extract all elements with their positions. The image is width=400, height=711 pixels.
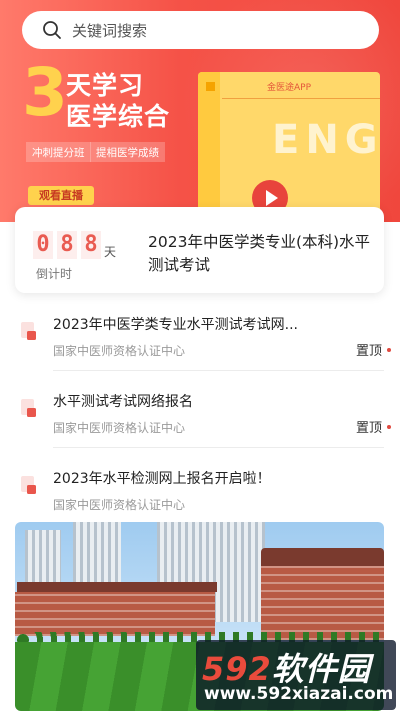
document-icon xyxy=(21,399,36,417)
countdown-digit: 8 xyxy=(81,231,101,259)
countdown-digit: 0 xyxy=(33,231,53,259)
banner-headline-line2: 医学综合 xyxy=(66,102,171,131)
watermark-logo: 592软件园 www.592xiazai.com xyxy=(196,640,396,710)
book-cover-text: ENGL xyxy=(272,117,380,163)
photo-building xyxy=(261,566,384,640)
news-item[interactable]: 水平测试考试网络报名 国家中医师资格认证中心 置顶 xyxy=(0,391,400,463)
watermark-url: www.592xiazai.com xyxy=(204,684,394,704)
exam-title[interactable]: 2023年中医学类专业(本科)水平测试考试 xyxy=(148,231,373,277)
countdown-label: 倒计时 xyxy=(36,267,73,281)
news-item[interactable]: 2023年中医学类专业水平测试考试网... 国家中医师资格认证中心 置顶 xyxy=(0,314,400,386)
countdown-digits: 0 8 8 xyxy=(33,231,101,259)
news-title[interactable]: 水平测试考试网络报名 xyxy=(53,391,353,411)
photo-roof xyxy=(17,582,217,592)
banner-tag: 提相医学成绩 xyxy=(90,142,165,162)
photo-roof xyxy=(261,548,384,566)
book-illustration: 金医途APP ENGL xyxy=(198,72,380,222)
exam-countdown-card[interactable]: 0 8 8 天 倒计时 2023年中医学类专业(本科)水平测试考试 xyxy=(15,207,384,293)
promo-banner[interactable]: 关键词搜索 3 天学习 医学综合 冲刺提分班 提相医学成绩 观看直播 金医途AP… xyxy=(0,0,400,222)
watch-live-button[interactable]: 观看直播 xyxy=(28,186,94,205)
photo-building xyxy=(15,592,215,636)
countdown-unit: 天 xyxy=(104,245,117,259)
search-placeholder[interactable]: 关键词搜索 xyxy=(72,20,147,41)
news-source: 国家中医师资格认证中心 xyxy=(53,421,186,435)
banner-tag: 冲刺提分班 xyxy=(26,142,91,162)
book-spine xyxy=(198,72,220,222)
news-divider xyxy=(53,370,384,371)
search-icon xyxy=(43,21,61,39)
news-title[interactable]: 2023年中医学类专业水平测试考试网... xyxy=(53,314,353,334)
pinned-badge: 置顶 xyxy=(356,417,392,436)
countdown-digit: 8 xyxy=(57,231,77,259)
news-source: 国家中医师资格认证中心 xyxy=(53,498,186,512)
news-divider xyxy=(53,447,384,448)
news-title[interactable]: 2023年水平检测网上报名开启啦！ xyxy=(53,468,353,488)
book-divider xyxy=(222,98,380,99)
pinned-badge: 置顶 xyxy=(356,340,392,359)
search-bar[interactable]: 关键词搜索 xyxy=(22,11,379,49)
document-icon xyxy=(21,322,36,340)
document-icon xyxy=(21,476,36,494)
book-brand: 金医途APP xyxy=(266,83,311,93)
banner-big-number: 3 xyxy=(22,54,68,131)
news-source: 国家中医师资格认证中心 xyxy=(53,344,186,358)
